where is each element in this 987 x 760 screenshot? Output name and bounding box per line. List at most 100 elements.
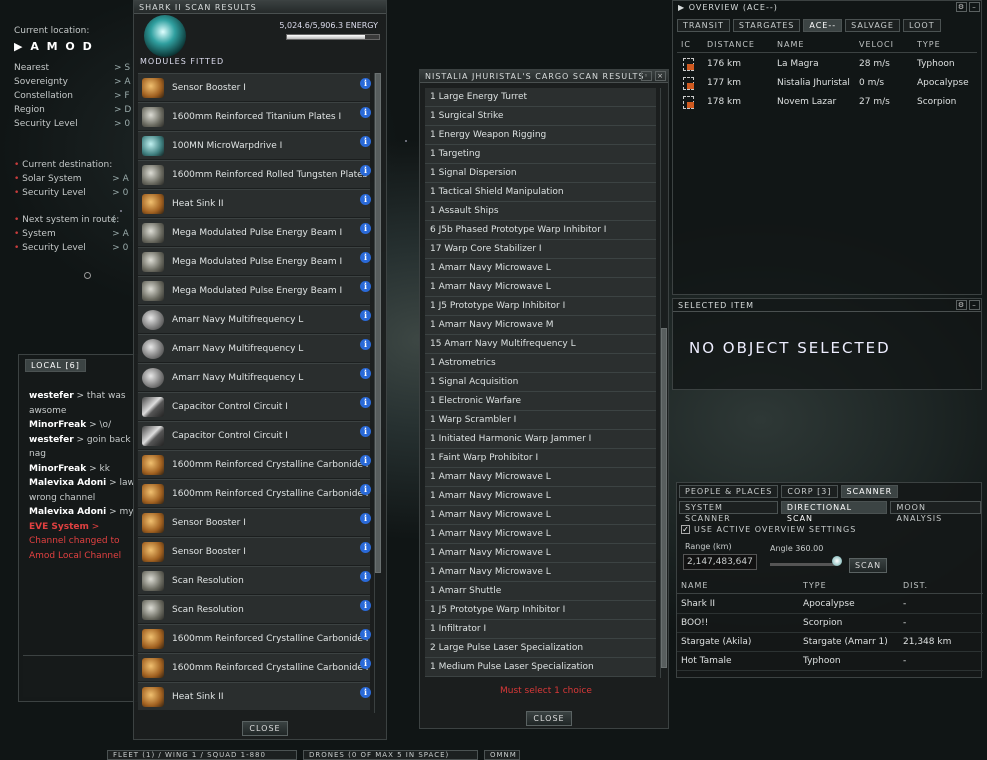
- module-row[interactable]: Mega Modulated Pulse Energy Beam I i: [138, 247, 371, 275]
- chat-sender[interactable]: EVE System: [29, 522, 89, 532]
- fleet-tab[interactable]: FLEET (1) / WING 1 / SQUAD 1-880: [107, 750, 297, 760]
- info-value[interactable]: > 0: [112, 188, 128, 198]
- info-icon[interactable]: i: [360, 339, 371, 350]
- module-row[interactable]: Heat Sink II i: [138, 682, 371, 710]
- module-row[interactable]: 1600mm Reinforced Crystalline Carbonide …: [138, 479, 371, 507]
- module-row[interactable]: Heat Sink II i: [138, 189, 371, 217]
- info-icon[interactable]: i: [360, 513, 371, 524]
- chat-sender[interactable]: MinorFreak: [29, 420, 86, 430]
- cargo-scroll-thumb[interactable]: [661, 328, 667, 668]
- overview-tab[interactable]: TRANSIT: [677, 19, 730, 32]
- scanner-sub-tab[interactable]: SYSTEM SCANNER: [679, 501, 778, 523]
- info-value[interactable]: > 0: [114, 119, 130, 129]
- cargo-item[interactable]: 1 Faint Warp Prohibitor I: [425, 449, 656, 468]
- range-input[interactable]: 2,147,483,647: [683, 554, 757, 570]
- settings-icon[interactable]: ⚙: [956, 300, 967, 310]
- cargo-item[interactable]: 1 Amarr Navy Microwave L: [425, 506, 656, 525]
- info-icon[interactable]: i: [360, 571, 371, 582]
- scan-column-header[interactable]: NAME: [681, 580, 708, 592]
- module-row[interactable]: 100MN MicroWarpdrive I i: [138, 131, 371, 159]
- info-icon[interactable]: i: [360, 165, 371, 176]
- module-row[interactable]: Sensor Booster I i: [138, 508, 371, 536]
- drones-tab[interactable]: DRONES (0 OF MAX 5 IN SPACE): [303, 750, 478, 760]
- overview-tab[interactable]: ACE--: [803, 19, 843, 32]
- overview-column-header[interactable]: NAME: [777, 39, 804, 51]
- overview-row[interactable]: 178 km Novem Lazar 27 m/s Scorpion: [677, 94, 977, 112]
- overview-row[interactable]: 177 km Nistalia Jhuristal 0 m/s Apocalypse: [677, 75, 977, 93]
- angle-slider[interactable]: [770, 563, 836, 566]
- hostile-icon[interactable]: [683, 58, 694, 71]
- current-location[interactable]: ▶ A M O D: [14, 40, 94, 53]
- chat-sender[interactable]: westefer: [29, 391, 74, 401]
- module-row[interactable]: 1600mm Reinforced Crystalline Carbonide …: [138, 624, 371, 652]
- info-value[interactable]: > D: [114, 105, 131, 115]
- shark-close-button[interactable]: CLOSE: [242, 721, 288, 736]
- close-icon[interactable]: ×: [655, 71, 666, 81]
- chat-sender[interactable]: Malevixa Adoni: [29, 507, 106, 517]
- info-icon[interactable]: i: [360, 687, 371, 698]
- module-row[interactable]: 1600mm Reinforced Crystalline Carbonide …: [138, 653, 371, 681]
- chat-input[interactable]: [23, 655, 137, 697]
- module-row[interactable]: Mega Modulated Pulse Energy Beam I i: [138, 218, 371, 246]
- overview-tab[interactable]: STARGATES: [732, 19, 801, 32]
- angle-slider-handle[interactable]: [832, 556, 842, 566]
- cargo-item[interactable]: 6 J5b Phased Prototype Warp Inhibitor I: [425, 221, 656, 240]
- chat-sender[interactable]: Malevixa Adoni: [29, 478, 106, 488]
- info-icon[interactable]: i: [360, 368, 371, 379]
- info-icon[interactable]: i: [360, 310, 371, 321]
- info-icon[interactable]: i: [360, 484, 371, 495]
- cargo-item[interactable]: 1 Amarr Navy Microwave L: [425, 259, 656, 278]
- settings-icon[interactable]: ⚙: [956, 2, 967, 12]
- info-icon[interactable]: i: [360, 397, 371, 408]
- checkbox[interactable]: ✓: [681, 525, 690, 534]
- cargo-item[interactable]: 1 Amarr Navy Microwave L: [425, 563, 656, 582]
- module-row[interactable]: 1600mm Reinforced Rolled Tungsten Plates…: [138, 160, 371, 188]
- info-icon[interactable]: i: [360, 281, 371, 292]
- scanner-top-tab[interactable]: SCANNER: [840, 485, 899, 498]
- modules-scrollbar[interactable]: [374, 73, 381, 713]
- info-icon[interactable]: i: [360, 252, 371, 263]
- cargo-item[interactable]: 1 Infiltrator I: [425, 620, 656, 639]
- module-row[interactable]: 1600mm Reinforced Crystalline Carbonide …: [138, 450, 371, 478]
- module-row[interactable]: Amarr Navy Multifrequency L i: [138, 305, 371, 333]
- module-row[interactable]: Sensor Booster I i: [138, 537, 371, 565]
- info-icon[interactable]: i: [360, 78, 371, 89]
- cargo-item[interactable]: 1 Warp Scrambler I: [425, 411, 656, 430]
- info-icon[interactable]: i: [360, 426, 371, 437]
- info-value[interactable]: (: [112, 215, 116, 225]
- scan-result-row[interactable]: BOO!! Scorpion -: [677, 615, 983, 633]
- scanner-top-tab[interactable]: CORP [3]: [781, 485, 838, 498]
- minimize-icon[interactable]: –: [969, 2, 980, 12]
- cargo-item[interactable]: 1 Amarr Navy Microwave M: [425, 316, 656, 335]
- cargo-item[interactable]: 1 Tactical Shield Manipulation: [425, 183, 656, 202]
- scan-column-header[interactable]: DIST.: [903, 580, 928, 592]
- info-value[interactable]: > 0: [112, 243, 128, 253]
- overview-column-header[interactable]: TYPE: [917, 39, 941, 51]
- cargo-item[interactable]: 1 Electronic Warfare: [425, 392, 656, 411]
- info-icon[interactable]: i: [360, 136, 371, 147]
- overview-tab[interactable]: LOOT: [902, 19, 941, 32]
- hostile-icon[interactable]: [683, 96, 694, 109]
- module-row[interactable]: Capacitor Control Circuit I i: [138, 421, 371, 449]
- module-row[interactable]: 1600mm Reinforced Titanium Plates I i: [138, 102, 371, 130]
- hostile-icon[interactable]: [683, 77, 694, 90]
- scanner-sub-tab[interactable]: DIRECTIONAL SCAN: [780, 501, 888, 523]
- overview-column-header[interactable]: DISTANCE: [707, 39, 755, 51]
- overview-row[interactable]: 176 km La Magra 28 m/s Typhoon: [677, 56, 977, 74]
- info-icon[interactable]: i: [360, 223, 371, 234]
- info-value[interactable]: > F: [114, 91, 130, 101]
- info-icon[interactable]: i: [360, 107, 371, 118]
- module-row[interactable]: Capacitor Control Circuit I i: [138, 392, 371, 420]
- info-value[interactable]: > A: [112, 229, 129, 239]
- scan-result-row[interactable]: Hot Tamale Typhoon -: [677, 653, 983, 671]
- info-icon[interactable]: i: [360, 658, 371, 669]
- cargo-item[interactable]: 17 Warp Core Stabilizer I: [425, 240, 656, 259]
- cargo-item[interactable]: 1 Amarr Navy Microwave L: [425, 525, 656, 544]
- cargo-item[interactable]: 2 Large Pulse Laser Specialization: [425, 639, 656, 658]
- cargo-item[interactable]: 1 Amarr Navy Microwave L: [425, 544, 656, 563]
- module-row[interactable]: Sensor Booster I i: [138, 73, 371, 101]
- local-chat-tab[interactable]: LOCAL [6]: [25, 359, 86, 372]
- info-value[interactable]: > S: [114, 63, 130, 73]
- cargo-item[interactable]: 1 Signal Acquisition: [425, 373, 656, 392]
- info-icon[interactable]: i: [360, 542, 371, 553]
